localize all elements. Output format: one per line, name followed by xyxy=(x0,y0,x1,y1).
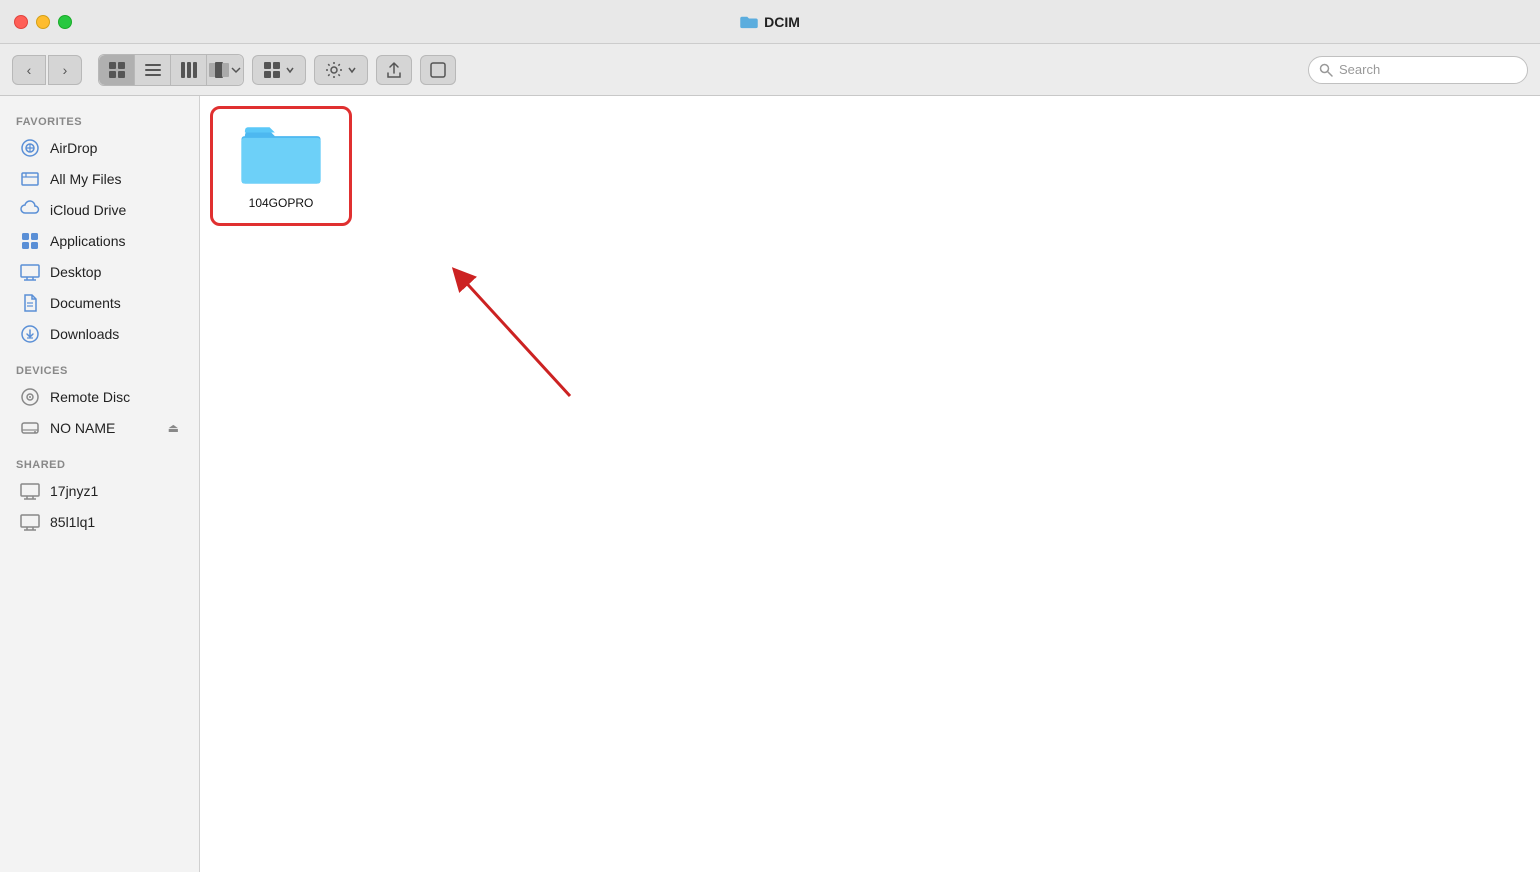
cover-view-button[interactable] xyxy=(207,55,243,85)
all-my-files-icon xyxy=(20,169,40,189)
list-view-button[interactable] xyxy=(135,55,171,85)
sidebar: Favorites AirDrop All My Files xyxy=(0,96,200,872)
column-view-icon xyxy=(180,61,198,79)
tag-icon xyxy=(429,61,447,79)
search-icon xyxy=(1319,63,1333,77)
arrange-button[interactable] xyxy=(252,55,306,85)
sidebar-label-desktop: Desktop xyxy=(50,264,101,280)
sidebar-label-icloud: iCloud Drive xyxy=(50,202,126,218)
monitor-icon-17jnyz1 xyxy=(20,481,40,501)
icon-view-icon xyxy=(108,61,126,79)
view-button-group xyxy=(98,54,244,86)
sidebar-item-all-my-files[interactable]: All My Files xyxy=(4,164,195,194)
sidebar-item-desktop[interactable]: Desktop xyxy=(4,257,195,287)
folder-title-icon xyxy=(740,15,758,29)
toolbar: ‹ › xyxy=(0,44,1540,96)
arrange-dropdown-icon xyxy=(285,65,295,75)
devices-section-title: Devices xyxy=(0,357,199,381)
action-button[interactable] xyxy=(314,55,368,85)
sidebar-item-no-name[interactable]: NO NAME ⏏ xyxy=(4,413,195,443)
sidebar-label-85l1lq1: 85l1lq1 xyxy=(50,514,95,530)
downloads-icon xyxy=(20,324,40,344)
share-icon xyxy=(385,61,403,79)
gear-icon xyxy=(325,61,343,79)
sidebar-label-documents: Documents xyxy=(50,295,121,311)
desktop-icon xyxy=(20,262,40,282)
file-area: 104GOPRO xyxy=(200,96,1540,872)
column-view-button[interactable] xyxy=(171,55,207,85)
eject-icon[interactable]: ⏏ xyxy=(168,421,179,435)
title-bar: DCIM xyxy=(0,0,1540,44)
traffic-lights xyxy=(14,15,72,29)
sidebar-item-icloud[interactable]: iCloud Drive xyxy=(4,195,195,225)
search-placeholder: Search xyxy=(1339,62,1380,77)
maximize-button[interactable] xyxy=(58,15,72,29)
minimize-button[interactable] xyxy=(36,15,50,29)
documents-icon xyxy=(20,293,40,313)
sidebar-label-remote-disc: Remote Disc xyxy=(50,389,130,405)
main-content: Favorites AirDrop All My Files xyxy=(0,96,1540,872)
icon-view-button[interactable] xyxy=(99,55,135,85)
sidebar-item-downloads[interactable]: Downloads xyxy=(4,319,195,349)
nav-buttons: ‹ › xyxy=(12,55,82,85)
airdrop-icon xyxy=(20,138,40,158)
back-button[interactable]: ‹ xyxy=(12,55,46,85)
sidebar-item-documents[interactable]: Documents xyxy=(4,288,195,318)
favorites-section-title: Favorites xyxy=(0,108,199,132)
close-button[interactable] xyxy=(14,15,28,29)
search-box[interactable]: Search xyxy=(1308,56,1528,84)
folder-icon-104gopro xyxy=(241,122,321,188)
cover-view-dropdown-icon xyxy=(230,64,242,76)
sidebar-label-applications: Applications xyxy=(50,233,126,249)
sidebar-label-17jnyz1: 17jnyz1 xyxy=(50,483,98,499)
sidebar-label-downloads: Downloads xyxy=(50,326,119,342)
remote-disc-icon xyxy=(20,387,40,407)
drive-icon xyxy=(20,418,40,438)
forward-button[interactable]: › xyxy=(48,55,82,85)
folder-name-104gopro: 104GOPRO xyxy=(249,196,314,210)
cover-view-icon xyxy=(208,61,230,79)
sidebar-label-all-my-files: All My Files xyxy=(50,171,122,187)
arrange-icon xyxy=(263,61,281,79)
arrow-annotation xyxy=(400,226,600,426)
sidebar-item-85l1lq1[interactable]: 85l1lq1 xyxy=(4,507,195,537)
sidebar-item-airdrop[interactable]: AirDrop xyxy=(4,133,195,163)
list-view-icon xyxy=(144,61,162,79)
sidebar-item-applications[interactable]: Applications xyxy=(4,226,195,256)
sidebar-item-17jnyz1[interactable]: 17jnyz1 xyxy=(4,476,195,506)
folder-item-104gopro[interactable]: 104GOPRO xyxy=(216,112,346,220)
sidebar-item-remote-disc[interactable]: Remote Disc xyxy=(4,382,195,412)
window-title-text: DCIM xyxy=(764,14,800,30)
folder-item-wrapper-104gopro: 104GOPRO xyxy=(216,112,346,220)
shared-section-title: Shared xyxy=(0,451,199,475)
share-button[interactable] xyxy=(376,55,412,85)
sidebar-label-no-name: NO NAME xyxy=(50,420,115,436)
applications-icon xyxy=(20,231,40,251)
sidebar-label-airdrop: AirDrop xyxy=(50,140,97,156)
gear-dropdown-icon xyxy=(347,65,357,75)
window-title: DCIM xyxy=(740,14,800,30)
icloud-icon xyxy=(20,200,40,220)
tag-button[interactable] xyxy=(420,55,456,85)
monitor-icon-85l1lq1 xyxy=(20,512,40,532)
